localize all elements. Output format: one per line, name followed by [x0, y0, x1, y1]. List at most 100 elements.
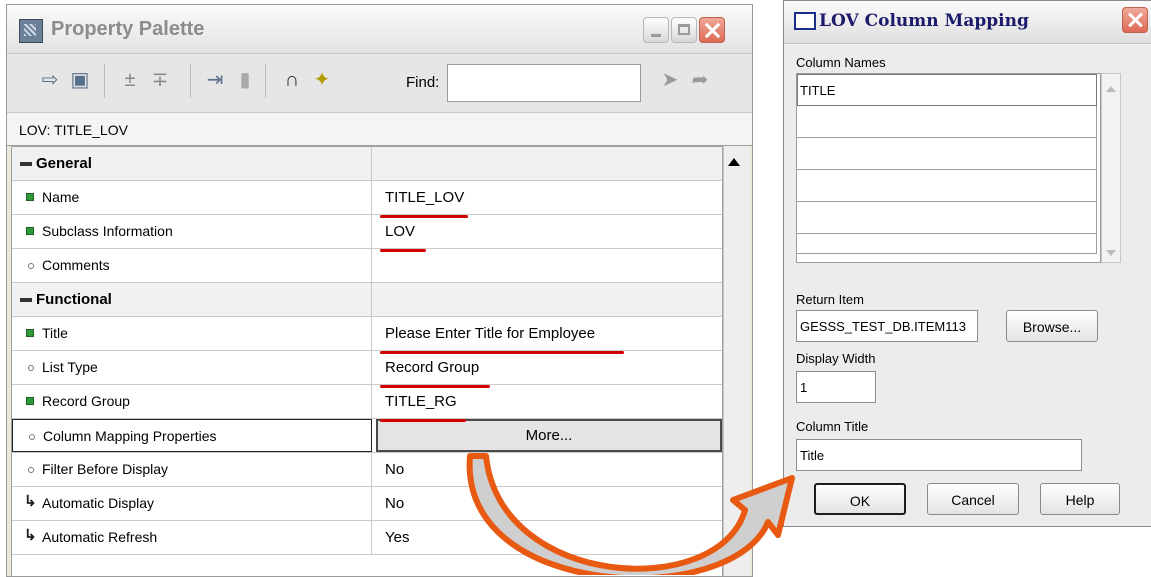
- dialog-close-button[interactable]: [1122, 7, 1148, 33]
- changed-property-icon: [26, 227, 34, 235]
- inherited-property-icon: ↳: [24, 493, 37, 510]
- property-label: Automatic Display: [42, 495, 155, 511]
- column-name-cell[interactable]: [797, 170, 1097, 202]
- toolbar-separator: [104, 64, 105, 98]
- minimize-button[interactable]: [643, 17, 669, 43]
- find-input[interactable]: [447, 64, 641, 102]
- property-value[interactable]: Please Enter Title for Employee: [385, 325, 595, 342]
- collapse-icon[interactable]: [20, 298, 32, 302]
- property-name-cell: List Type: [12, 351, 372, 384]
- column-name-cell[interactable]: [797, 202, 1097, 234]
- maximize-button[interactable]: [671, 17, 697, 43]
- scroll-up-arrow-icon[interactable]: [1106, 86, 1116, 92]
- property-row-name[interactable]: Name TITLE_LOV: [12, 181, 722, 215]
- property-name-cell: General: [12, 147, 372, 180]
- dialog-title: LOV Column Mapping: [819, 11, 1029, 31]
- synchronize-icon[interactable]: ▮: [232, 68, 258, 92]
- property-label: Record Group: [42, 393, 130, 409]
- return-item-label: Return Item: [796, 292, 864, 307]
- inherited-property-icon: ↳: [24, 527, 37, 544]
- group-row-general[interactable]: General: [12, 147, 722, 181]
- property-name-cell: Column Mapping Properties: [12, 419, 372, 452]
- property-row-comments[interactable]: Comments: [12, 249, 722, 283]
- palette-title: Property Palette: [51, 18, 205, 40]
- return-item-field[interactable]: [796, 310, 978, 342]
- default-property-icon: [28, 467, 34, 473]
- property-value[interactable]: Record Group: [385, 359, 479, 376]
- scroll-down-arrow-icon[interactable]: [1106, 250, 1116, 256]
- changed-property-icon: [26, 193, 34, 201]
- property-value[interactable]: LOV: [385, 223, 415, 240]
- find-previous-icon[interactable]: ➦: [687, 68, 713, 92]
- default-property-icon: [29, 434, 35, 440]
- property-row-list-type[interactable]: List Type Record Group: [12, 351, 722, 385]
- palette-object-header: LOV: TITLE_LOV: [7, 113, 752, 146]
- add-property-icon[interactable]: ±: [117, 68, 143, 92]
- property-name-cell: ↳ Automatic Display: [12, 487, 372, 520]
- property-row-subclass[interactable]: Subclass Information LOV: [12, 215, 722, 249]
- column-list-scrollbar[interactable]: [1101, 73, 1121, 263]
- column-names-list[interactable]: TITLE: [796, 73, 1101, 263]
- property-name-cell: Subclass Information: [12, 215, 372, 248]
- property-name-cell: Record Group: [12, 385, 372, 418]
- property-label: List Type: [42, 359, 98, 375]
- toolbar-separator: [265, 64, 266, 98]
- property-row-automatic-display[interactable]: ↳ Automatic Display No: [12, 487, 722, 521]
- annotation-underline: [380, 419, 466, 422]
- palette-titlebar[interactable]: Property Palette: [7, 5, 752, 54]
- column-name-cell[interactable]: [797, 138, 1097, 170]
- palette-app-icon: [19, 19, 43, 43]
- property-name-cell: ↳ Automatic Refresh: [12, 521, 372, 554]
- palette-toolbar: ⇨ ▣ ± ∓ ⇥ ▮ ∩ ✦ Find: ➤ ➦: [7, 54, 752, 113]
- help-button[interactable]: Help: [1040, 483, 1120, 515]
- ok-button[interactable]: OK: [814, 483, 906, 515]
- property-row-automatic-refresh[interactable]: ↳ Automatic Refresh Yes: [12, 521, 722, 555]
- property-value[interactable]: TITLE_RG: [385, 393, 457, 410]
- property-label: Title: [42, 325, 68, 341]
- browse-button[interactable]: Browse...: [1006, 310, 1098, 342]
- property-label: Name: [42, 189, 80, 205]
- display-width-field[interactable]: [796, 371, 876, 403]
- intersection-icon[interactable]: ∩: [279, 68, 305, 92]
- cancel-button[interactable]: Cancel: [927, 483, 1019, 515]
- property-grid-scrollbar[interactable]: [723, 146, 750, 576]
- copy-properties-icon[interactable]: ⇨: [37, 68, 63, 92]
- property-palette-window: Property Palette ⇨ ▣ ± ∓ ⇥ ▮ ∩ ✦ Find: ➤…: [6, 4, 753, 577]
- more-button[interactable]: More...: [376, 419, 722, 452]
- toolbar-separator: [190, 64, 191, 98]
- column-name-cell[interactable]: [797, 234, 1097, 254]
- property-value[interactable]: TITLE_LOV: [385, 189, 464, 206]
- property-value[interactable]: Yes: [385, 529, 409, 546]
- property-row-title[interactable]: Title Please Enter Title for Employee: [12, 317, 722, 351]
- property-name-cell: Comments: [12, 249, 372, 282]
- lov-column-mapping-dialog: LOV Column Mapping Column Names TITLE Re…: [783, 0, 1151, 527]
- annotation-underline: [380, 385, 490, 388]
- display-width-label: Display Width: [796, 351, 876, 366]
- column-name-cell[interactable]: TITLE: [797, 74, 1097, 106]
- delete-property-icon[interactable]: ∓: [147, 68, 173, 92]
- property-label: Filter Before Display: [42, 461, 169, 477]
- column-title-field[interactable]: [796, 439, 1082, 471]
- property-value[interactable]: No: [385, 461, 404, 478]
- inherit-icon[interactable]: ⇥: [202, 68, 228, 92]
- dialog-window-icon: [794, 12, 816, 30]
- changed-property-icon: [26, 397, 34, 405]
- column-name-cell[interactable]: [797, 106, 1097, 138]
- close-button[interactable]: [699, 17, 725, 43]
- paste-properties-icon[interactable]: ▣: [67, 68, 93, 92]
- property-row-column-mapping[interactable]: Column Mapping Properties More...: [12, 419, 722, 453]
- column-names-label: Column Names: [796, 55, 886, 70]
- column-title-label: Column Title: [796, 419, 869, 434]
- changed-property-icon: [26, 329, 34, 337]
- dialog-titlebar[interactable]: LOV Column Mapping: [784, 1, 1151, 44]
- property-row-record-group[interactable]: Record Group TITLE_RG: [12, 385, 722, 419]
- collapse-icon[interactable]: [20, 162, 32, 166]
- find-next-icon[interactable]: ➤: [657, 68, 683, 92]
- scroll-up-arrow-icon[interactable]: [728, 158, 740, 166]
- property-row-filter-before-display[interactable]: Filter Before Display No: [12, 453, 722, 487]
- property-name-cell: Filter Before Display: [12, 453, 372, 486]
- property-value[interactable]: No: [385, 495, 404, 512]
- property-label: Comments: [42, 257, 110, 273]
- pin-icon[interactable]: ✦: [309, 68, 335, 92]
- group-row-functional[interactable]: Functional: [12, 283, 722, 317]
